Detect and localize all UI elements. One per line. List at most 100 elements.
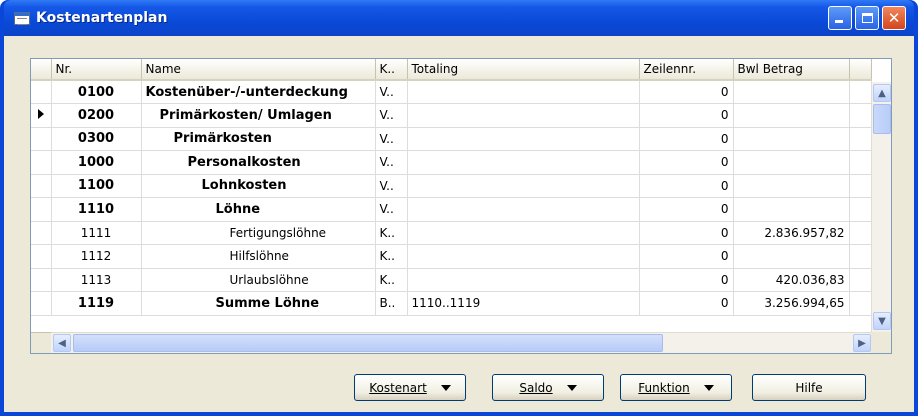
cell-k[interactable]: V..	[375, 127, 408, 151]
table-row[interactable]: 0100 Kostenüber-/-unterdeckung V.. 0	[31, 80, 872, 104]
cell-bwl-betrag[interactable]: 420.036,83	[733, 268, 850, 292]
cell-bwl-betrag[interactable]	[733, 197, 850, 222]
cell-totaling[interactable]: 1110..1119	[407, 291, 640, 316]
cell-zeilennr[interactable]: 0	[639, 268, 734, 292]
horizontal-scroll-thumb[interactable]	[73, 334, 663, 352]
table-row[interactable]: 1112 Hilfslöhne K.. 0	[31, 244, 872, 269]
vertical-scroll-thumb[interactable]	[873, 104, 891, 134]
cell-name[interactable]: Primärkosten/ Umlagen	[141, 103, 376, 128]
cell-k[interactable]: K..	[375, 268, 408, 292]
cell-k[interactable]: V..	[375, 197, 408, 222]
cell-bwl-betrag[interactable]	[733, 80, 850, 104]
table-row[interactable]: 1000 Personalkosten V.. 0	[31, 150, 872, 175]
cell-totaling[interactable]	[407, 174, 640, 198]
table-row[interactable]: 1111 Fertigungslöhne K.. 0 2.836.957,82	[31, 221, 872, 245]
cell-bwl-betrag[interactable]: 2.836.957,82	[733, 221, 850, 245]
cell-nr[interactable]: 1000	[51, 150, 142, 175]
cell-nr[interactable]: 1100	[51, 174, 142, 198]
cell-totaling[interactable]	[407, 197, 640, 222]
table-row[interactable]: 1110 Löhne V.. 0	[31, 197, 872, 222]
cell-name[interactable]: Primärkosten	[141, 127, 376, 151]
table-row[interactable]: 0300 Primärkosten V.. 0	[31, 127, 872, 151]
cell-nr[interactable]: 1110	[51, 197, 142, 222]
cell-name[interactable]: Kostenüber-/-unterdeckung	[141, 80, 376, 104]
row-selector[interactable]	[31, 174, 52, 198]
kostenart-button[interactable]: Kostenart	[354, 374, 466, 401]
row-selector[interactable]	[31, 127, 52, 151]
cell-name[interactable]: Lohnkosten	[141, 174, 376, 198]
cell-nr[interactable]: 1112	[51, 244, 142, 269]
cell-k[interactable]: B..	[375, 291, 408, 316]
cell-zeilennr[interactable]: 0	[639, 174, 734, 198]
header-k[interactable]: K..	[375, 59, 408, 81]
cell-name[interactable]: Urlaubslöhne	[141, 268, 376, 292]
cell-k[interactable]: V..	[375, 103, 408, 128]
row-selector[interactable]	[31, 221, 52, 245]
row-selector[interactable]	[31, 80, 52, 104]
header-bwl-betrag[interactable]: Bwl Betrag	[733, 59, 850, 81]
cell-bwl-betrag[interactable]	[733, 103, 850, 128]
cell-zeilennr[interactable]: 0	[639, 150, 734, 175]
cell-totaling[interactable]	[407, 80, 640, 104]
cell-totaling[interactable]	[407, 103, 640, 128]
cell-nr[interactable]: 1119	[51, 291, 142, 316]
table-row[interactable]: 0200 Primärkosten/ Umlagen V.. 0	[31, 103, 872, 128]
header-nr[interactable]: Nr.	[51, 59, 142, 81]
cell-zeilennr[interactable]: 0	[639, 244, 734, 269]
scroll-right-button[interactable]: ▶	[853, 334, 871, 352]
cell-name[interactable]: Hilfslöhne	[141, 244, 376, 269]
horizontal-scrollbar[interactable]: ◀ ▶	[51, 332, 873, 353]
cell-name[interactable]: Personalkosten	[141, 150, 376, 175]
cell-bwl-betrag[interactable]: 3.256.994,65	[733, 291, 850, 316]
cell-nr[interactable]: 0300	[51, 127, 142, 151]
cell-nr[interactable]: 0100	[51, 80, 142, 104]
close-button[interactable]: ✕	[882, 6, 906, 30]
vertical-scrollbar[interactable]: ▲ ▼	[871, 82, 891, 332]
scroll-left-button[interactable]: ◀	[53, 334, 71, 352]
cell-k[interactable]: V..	[375, 150, 408, 175]
cell-k[interactable]: K..	[375, 221, 408, 245]
cell-zeilennr[interactable]: 0	[639, 291, 734, 316]
funktion-button[interactable]: Funktion	[620, 374, 732, 401]
cell-totaling[interactable]	[407, 127, 640, 151]
cell-zeilennr[interactable]: 0	[639, 197, 734, 222]
accounts-grid[interactable]: Nr. Name K.. Totaling Zeilennr. Bwl Betr…	[30, 58, 892, 354]
cell-k[interactable]: V..	[375, 174, 408, 198]
cell-k[interactable]: K..	[375, 244, 408, 269]
minimize-button[interactable]	[828, 6, 852, 30]
maximize-button[interactable]	[855, 6, 879, 30]
row-selector[interactable]	[31, 268, 52, 292]
cell-zeilennr[interactable]: 0	[639, 221, 734, 245]
scroll-down-button[interactable]: ▼	[873, 312, 891, 330]
saldo-button[interactable]: Saldo	[492, 374, 604, 401]
table-row[interactable]: 1119 Summe Löhne B.. 1110..1119 0 3.256.994,6…	[31, 291, 872, 316]
cell-name[interactable]: Fertigungslöhne	[141, 221, 376, 245]
cell-nr[interactable]: 0200	[51, 103, 142, 128]
cell-totaling[interactable]	[407, 268, 640, 292]
header-totaling[interactable]: Totaling	[407, 59, 640, 81]
cell-k[interactable]: V..	[375, 80, 408, 104]
row-selector[interactable]	[31, 197, 52, 222]
scroll-up-button[interactable]: ▲	[873, 84, 891, 102]
table-row[interactable]: 1100 Lohnkosten V.. 0	[31, 174, 872, 198]
cell-bwl-betrag[interactable]	[733, 244, 850, 269]
header-zeilennr[interactable]: Zeilennr.	[639, 59, 734, 81]
cell-nr[interactable]: 1111	[51, 221, 142, 245]
cell-zeilennr[interactable]: 0	[639, 127, 734, 151]
row-selector[interactable]	[31, 150, 52, 175]
row-selector[interactable]	[31, 291, 52, 316]
cell-nr[interactable]: 1113	[51, 268, 142, 292]
row-selector[interactable]	[31, 244, 52, 269]
hilfe-button[interactable]: Hilfe	[752, 374, 866, 401]
header-name[interactable]: Name	[141, 59, 376, 81]
cell-name[interactable]: Summe Löhne	[141, 291, 376, 316]
cell-totaling[interactable]	[407, 150, 640, 175]
cell-name[interactable]: Löhne	[141, 197, 376, 222]
row-selector[interactable]	[31, 103, 52, 128]
cell-totaling[interactable]	[407, 221, 640, 245]
cell-bwl-betrag[interactable]	[733, 127, 850, 151]
cell-bwl-betrag[interactable]	[733, 150, 850, 175]
table-row[interactable]: 1113 Urlaubslöhne K.. 0 420.036,83	[31, 268, 872, 292]
cell-zeilennr[interactable]: 0	[639, 103, 734, 128]
cell-totaling[interactable]	[407, 244, 640, 269]
